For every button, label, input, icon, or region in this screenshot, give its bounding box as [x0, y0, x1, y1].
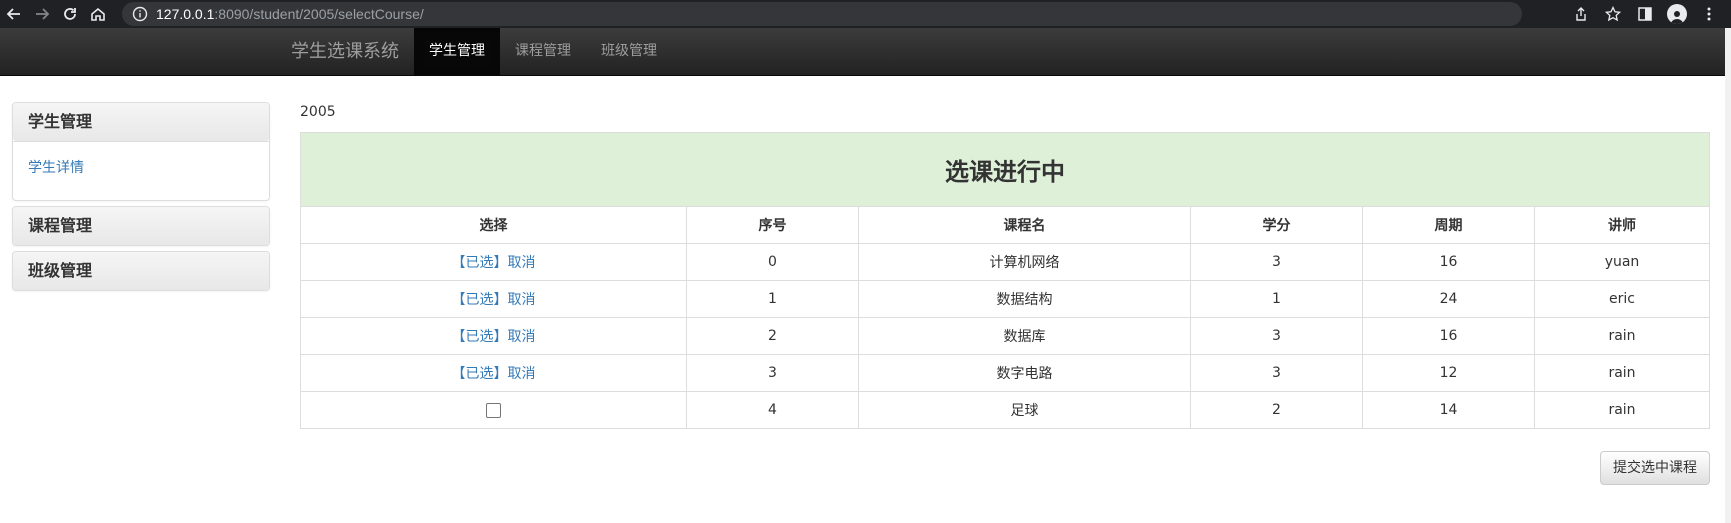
sidebar-panel-course: 课程管理	[12, 206, 270, 246]
cell-credit: 2	[1190, 391, 1363, 429]
table-row: 【已选】取消 0 计算机网络 3 16 yuan	[300, 243, 1710, 281]
course-checkbox[interactable]	[486, 402, 501, 418]
nav-class-management[interactable]: 班级管理	[586, 28, 672, 75]
cell-index: 4	[686, 391, 859, 429]
bookmark-star-icon[interactable]	[1597, 0, 1629, 28]
student-id: 2005	[300, 104, 336, 120]
header-credit: 学分	[1190, 206, 1363, 244]
table-header-row: 选择 序号 课程名 学分 周期 讲师	[300, 206, 1710, 244]
selected-tag: 【已选】	[451, 255, 508, 271]
cell-index: 1	[686, 280, 859, 318]
cancel-link[interactable]: 取消	[508, 292, 536, 308]
top-navbar: 学生选课系统 学生管理 课程管理 班级管理	[0, 28, 1731, 76]
sidebar-panel-student: 学生管理 学生详情	[12, 102, 270, 201]
forward-icon[interactable]	[28, 0, 56, 28]
cell-teacher: yuan	[1534, 243, 1710, 281]
submit-selected-courses-button[interactable]: 提交选中课程	[1600, 451, 1710, 485]
cell-period: 16	[1362, 243, 1535, 281]
sidebar-heading-class[interactable]: 班级管理	[13, 252, 269, 290]
table-title: 选课进行中	[300, 132, 1710, 207]
cell-period: 14	[1362, 391, 1535, 429]
cell-credit: 3	[1190, 317, 1363, 355]
sidebar-link-student-detail[interactable]: 学生详情	[28, 160, 84, 176]
cell-course-name: 数据结构	[858, 280, 1191, 318]
reload-icon[interactable]	[56, 0, 84, 28]
share-icon[interactable]	[1565, 0, 1597, 28]
course-table: 选课进行中 选择 序号 课程名 学分 周期 讲师 【已选】取消 0 计算机网络 3 16…	[300, 132, 1710, 429]
cell-credit: 1	[1190, 280, 1363, 318]
home-icon[interactable]	[84, 0, 112, 28]
sidebar-panel-class: 班级管理	[12, 251, 270, 291]
cell-index: 0	[686, 243, 859, 281]
profile-icon[interactable]	[1661, 0, 1693, 28]
cell-index: 2	[686, 317, 859, 355]
cell-course-name: 足球	[858, 391, 1191, 429]
cell-teacher: rain	[1534, 354, 1710, 392]
cell-course-name: 数字电路	[858, 354, 1191, 392]
table-row: 【已选】取消 3 数字电路 3 12 rain	[300, 354, 1710, 392]
cell-teacher: rain	[1534, 317, 1710, 355]
cell-period: 12	[1362, 354, 1535, 392]
info-icon[interactable]	[132, 6, 148, 22]
address-bar[interactable]: 127.0.0.1:8090/student/2005/selectCourse…	[122, 2, 1522, 26]
cancel-link[interactable]: 取消	[508, 329, 536, 345]
nav-course-management[interactable]: 课程管理	[500, 28, 586, 75]
url-host: 127.0.0.1	[156, 6, 215, 22]
cancel-link[interactable]: 取消	[508, 366, 536, 382]
header-course-name: 课程名	[858, 206, 1191, 244]
cell-select: 【已选】取消	[300, 317, 687, 355]
selected-tag: 【已选】	[451, 292, 508, 308]
table-row: 【已选】取消 2 数据库 3 16 rain	[300, 317, 1710, 355]
sidebar-heading-student[interactable]: 学生管理	[13, 103, 269, 141]
cell-course-name: 数据库	[858, 317, 1191, 355]
url-path: :8090/student/2005/selectCourse/	[214, 6, 424, 22]
cell-select: 【已选】取消	[300, 243, 687, 281]
cancel-link[interactable]: 取消	[508, 255, 536, 271]
table-row: 【已选】取消 1 数据结构 1 24 eric	[300, 280, 1710, 318]
sidebar: 学生管理 学生详情 课程管理 班级管理	[12, 102, 270, 296]
selected-tag: 【已选】	[451, 329, 508, 345]
main-content: 2005 选课进行中 选择 序号 课程名 学分 周期 讲师 【已选】取消 0 计算机…	[300, 102, 1710, 430]
more-menu-icon[interactable]	[1693, 0, 1725, 28]
cell-period: 24	[1362, 280, 1535, 318]
header-teacher: 讲师	[1534, 206, 1710, 244]
page-scrollbar[interactable]	[1725, 28, 1731, 523]
header-period: 周期	[1362, 206, 1535, 244]
cell-select: 【已选】取消	[300, 354, 687, 392]
cell-credit: 3	[1190, 354, 1363, 392]
cell-period: 16	[1362, 317, 1535, 355]
cell-course-name: 计算机网络	[858, 243, 1191, 281]
cell-index: 3	[686, 354, 859, 392]
header-select: 选择	[300, 206, 687, 244]
side-panel-icon[interactable]	[1629, 0, 1661, 28]
back-icon[interactable]	[0, 0, 28, 28]
cell-select	[300, 391, 687, 429]
selected-tag: 【已选】	[451, 366, 508, 382]
cell-teacher: eric	[1534, 280, 1710, 318]
nav-student-management[interactable]: 学生管理	[414, 28, 500, 75]
cell-teacher: rain	[1534, 391, 1710, 429]
brand-title[interactable]: 学生选课系统	[291, 28, 399, 75]
header-index: 序号	[686, 206, 859, 244]
table-row: 4 足球 2 14 rain	[300, 391, 1710, 429]
sidebar-heading-course[interactable]: 课程管理	[13, 207, 269, 245]
cell-credit: 3	[1190, 243, 1363, 281]
cell-select: 【已选】取消	[300, 280, 687, 318]
browser-toolbar: 127.0.0.1:8090/student/2005/selectCourse…	[0, 0, 1731, 28]
